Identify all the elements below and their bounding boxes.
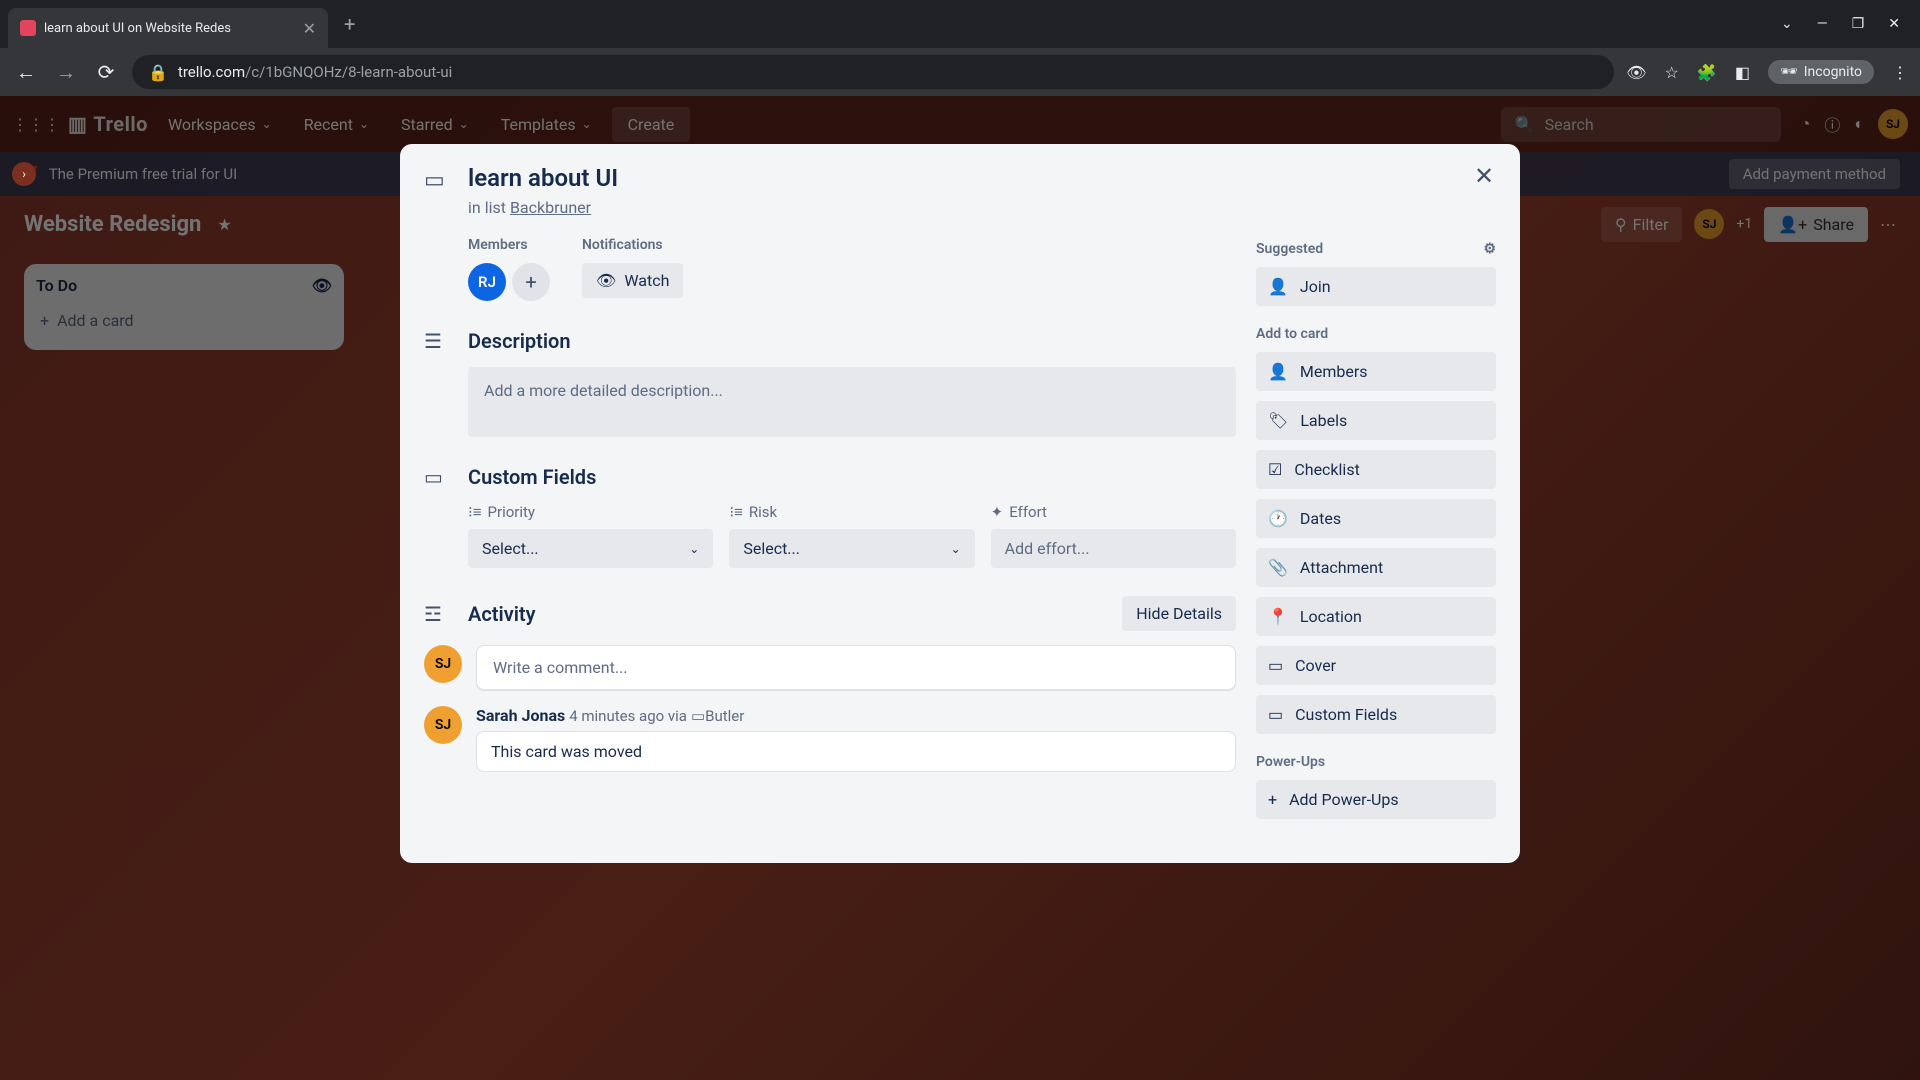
add-to-card-label: Add to card: [1256, 326, 1496, 342]
cover-button[interactable]: ▭Cover: [1256, 646, 1496, 685]
card-title[interactable]: learn about UI: [468, 164, 1496, 192]
lock-icon: 🔒: [148, 63, 168, 82]
fields-icon: ▭: [1268, 705, 1283, 724]
forward-button[interactable]: →: [52, 60, 80, 85]
activity-author[interactable]: Sarah Jonas: [476, 706, 565, 725]
add-power-ups-button[interactable]: +Add Power-Ups: [1256, 780, 1496, 819]
dates-button[interactable]: 🕐Dates: [1256, 499, 1496, 538]
eye-icon: 👁: [596, 271, 616, 290]
user-icon: 👤: [1268, 362, 1288, 381]
maximize-icon[interactable]: ❐: [1852, 16, 1865, 32]
back-button[interactable]: ←: [12, 60, 40, 85]
chevron-down-icon: ⌄: [689, 542, 699, 556]
card-list-location: in list Backbruner: [468, 198, 1496, 217]
eye-off-icon[interactable]: 👁: [1626, 63, 1646, 82]
clock-icon: 🕐: [1268, 509, 1288, 528]
activity-heading: Activity: [468, 602, 536, 626]
activity-icon: ☲: [424, 602, 452, 626]
gear-icon[interactable]: ⚙: [1483, 241, 1496, 257]
incognito-label: Incognito: [1804, 64, 1862, 80]
activity-time: 4 minutes ago via: [569, 707, 687, 725]
location-button[interactable]: 📍Location: [1256, 597, 1496, 636]
checklist-icon: ☑: [1268, 460, 1282, 479]
members-button[interactable]: 👤Members: [1256, 352, 1496, 391]
tab-title: learn about UI on Website Redes: [44, 21, 295, 36]
effort-label: ✦Effort: [991, 503, 1236, 521]
tabs-dropdown-icon[interactable]: ⌄: [1781, 16, 1793, 32]
sparkle-icon: ✦: [991, 503, 1004, 521]
comment-input[interactable]: Write a comment...: [476, 645, 1236, 690]
labels-button[interactable]: 🏷Labels: [1256, 401, 1496, 440]
activity-meta: Sarah Jonas 4 minutes ago via ▭Butler: [476, 706, 1236, 725]
hide-details-button[interactable]: Hide Details: [1122, 596, 1236, 631]
pin-icon: 📍: [1268, 607, 1288, 626]
description-icon: ☰: [424, 329, 452, 353]
close-modal-button[interactable]: ✕: [1466, 158, 1502, 194]
browser-tab[interactable]: learn about UI on Website Redes ✕: [8, 8, 328, 48]
description-heading: Description: [468, 329, 571, 353]
tab-favicon: [20, 20, 36, 36]
suggested-label: Suggested: [1256, 241, 1323, 257]
plus-icon: +: [1268, 790, 1277, 809]
join-button[interactable]: 👤Join: [1256, 267, 1496, 306]
extensions-icon[interactable]: 🧩: [1697, 63, 1717, 82]
new-tab-button[interactable]: +: [344, 12, 355, 36]
custom-fields-icon: ▭: [424, 465, 452, 489]
notifications-label: Notifications: [582, 237, 683, 253]
list-icon: ⁝≡: [468, 503, 482, 521]
custom-fields-heading: Custom Fields: [468, 465, 596, 489]
incognito-badge[interactable]: 🕶 Incognito: [1768, 60, 1874, 84]
checklist-button[interactable]: ☑Checklist: [1256, 450, 1496, 489]
risk-select[interactable]: Select...⌄: [729, 529, 974, 568]
watch-button[interactable]: 👁 Watch: [582, 263, 683, 298]
url-text: trello.com/c/1bGNQOHz/8-learn-about-ui: [178, 63, 452, 81]
browser-toolbar: ← → ⟳ 🔒 trello.com/c/1bGNQOHz/8-learn-ab…: [0, 48, 1920, 96]
list-link[interactable]: Backbruner: [510, 198, 591, 217]
butler-icon: ▭: [691, 707, 705, 725]
current-user-avatar: SJ: [424, 645, 462, 683]
custom-fields-button[interactable]: ▭Custom Fields: [1256, 695, 1496, 734]
add-member-button[interactable]: +: [512, 263, 550, 301]
close-window-icon[interactable]: ✕: [1888, 16, 1900, 32]
list-icon: ⁝≡: [729, 503, 743, 521]
activity-text: This card was moved: [476, 731, 1236, 772]
activity-user-avatar: SJ: [424, 706, 462, 744]
chrome-menu-icon[interactable]: ⋮: [1892, 63, 1908, 82]
window-controls: ⌄ ― ❐ ✕: [1781, 16, 1920, 32]
member-avatar[interactable]: RJ: [468, 263, 506, 301]
description-input[interactable]: Add a more detailed description...: [468, 367, 1236, 437]
tab-close-icon[interactable]: ✕: [303, 19, 316, 38]
card-modal: ✕ ▭ learn about UI in list Backbruner Me…: [400, 144, 1520, 863]
browser-tab-bar: learn about UI on Website Redes ✕ + ⌄ ― …: [0, 0, 1920, 48]
expand-sidebar-button[interactable]: ›: [12, 162, 36, 186]
incognito-icon: 🕶: [1780, 64, 1798, 80]
risk-label: ⁝≡Risk: [729, 503, 974, 521]
tag-icon: 🏷: [1268, 411, 1288, 430]
bookmark-star-icon[interactable]: ☆: [1665, 63, 1679, 82]
reload-button[interactable]: ⟳: [92, 60, 120, 84]
attachment-button[interactable]: 📎Attachment: [1256, 548, 1496, 587]
effort-input[interactable]: Add effort...: [991, 529, 1236, 568]
members-label: Members: [468, 237, 550, 253]
chevron-down-icon: ⌄: [951, 542, 961, 556]
address-bar[interactable]: 🔒 trello.com/c/1bGNQOHz/8-learn-about-ui: [132, 55, 1614, 89]
user-icon: 👤: [1268, 277, 1288, 296]
activity-via: Butler: [705, 707, 744, 725]
priority-label: ⁝≡Priority: [468, 503, 713, 521]
cover-icon: ▭: [1268, 656, 1283, 675]
priority-select[interactable]: Select...⌄: [468, 529, 713, 568]
power-ups-label: Power-Ups: [1256, 754, 1496, 770]
paperclip-icon: 📎: [1268, 558, 1288, 577]
minimize-icon[interactable]: ―: [1817, 16, 1828, 32]
side-panel-icon[interactable]: ◧: [1735, 63, 1750, 82]
card-header-icon: ▭: [424, 168, 452, 217]
modal-backdrop: ✕ ▭ learn about UI in list Backbruner Me…: [0, 96, 1920, 1080]
